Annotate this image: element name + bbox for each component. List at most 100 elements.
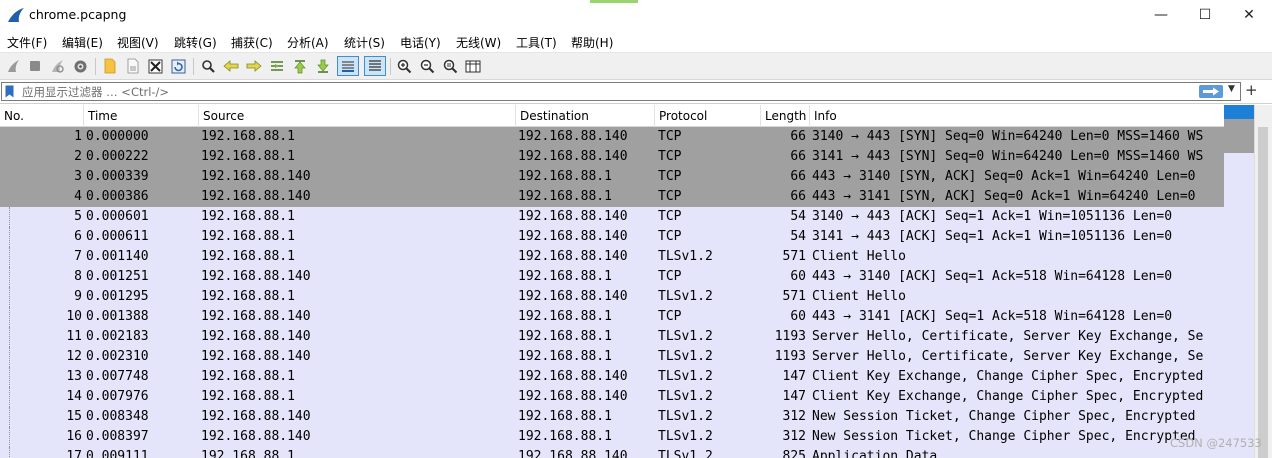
menu-file[interactable]: 文件(F) <box>7 34 47 51</box>
display-filter-box: ▼ <box>1 82 1241 101</box>
table-row[interactable]: 1 0.000000 192.168.88.1 192.168.88.140 TCP 66… <box>0 127 1224 147</box>
table-row[interactable]: 6 0.000611 192.168.88.1 192.168.88.140 TCP 54… <box>0 227 1224 247</box>
packet-source: 192.168.88.1 <box>201 369 295 384</box>
packet-no: 5 <box>74 209 82 224</box>
display-filter-input[interactable] <box>22 84 1172 99</box>
start-capture-icon[interactable] <box>4 57 22 75</box>
packet-minimap[interactable] <box>1224 105 1254 458</box>
column-header-protocol[interactable]: Protocol <box>655 105 761 127</box>
reload-file-icon[interactable] <box>169 57 187 75</box>
filter-history-dropdown-icon[interactable]: ▼ <box>1228 84 1235 94</box>
packet-no: 4 <box>74 189 82 204</box>
packet-destination: 192.168.88.1 <box>518 409 612 424</box>
minimize-button[interactable]: — <box>1138 0 1184 30</box>
add-filter-button-icon[interactable]: + <box>1245 81 1258 99</box>
menu-capture[interactable]: 捕获(C) <box>231 34 273 51</box>
zoom-in-icon[interactable] <box>395 57 413 75</box>
table-row[interactable]: 15 0.008348 192.168.88.140 192.168.88.1 TLSv… <box>0 407 1224 427</box>
auto-scroll-icon[interactable] <box>337 56 359 76</box>
apply-filter-arrow-icon[interactable] <box>1199 85 1223 98</box>
table-row[interactable]: 10 0.001388 192.168.88.140 192.168.88.1 TCP 6… <box>0 307 1224 327</box>
packet-list-scrollbar[interactable] <box>1224 105 1272 458</box>
packet-info: Client Hello <box>812 289 906 304</box>
table-row[interactable]: 8 0.001251 192.168.88.140 192.168.88.1 TCP 60… <box>0 267 1224 287</box>
table-row[interactable]: 11 0.002183 192.168.88.140 192.168.88.1 TLSv… <box>0 327 1224 347</box>
packet-no: 10 <box>66 309 82 324</box>
column-header-destination[interactable]: Destination <box>516 105 655 127</box>
menu-wireless[interactable]: 无线(W) <box>456 34 501 51</box>
menu-analyze[interactable]: 分析(A) <box>287 34 329 51</box>
scroll-thumb[interactable] <box>1258 127 1268 458</box>
column-header-no[interactable]: No. <box>0 105 84 127</box>
packet-no: 15 <box>66 409 82 424</box>
table-row[interactable]: 16 0.008397 192.168.88.140 192.168.88.1 TLSv… <box>0 427 1224 447</box>
menu-help[interactable]: 帮助(H) <box>571 34 613 51</box>
colorize-icon[interactable] <box>364 56 386 76</box>
capture-options-icon[interactable] <box>71 57 89 75</box>
packet-no: 13 <box>66 369 82 384</box>
bookmark-icon[interactable] <box>5 85 14 98</box>
close-file-icon[interactable] <box>146 57 164 75</box>
packet-info: New Session Ticket, Change Cipher Spec, … <box>812 409 1196 424</box>
packet-time: 0.000000 <box>86 129 149 144</box>
column-header-source[interactable]: Source <box>199 105 516 127</box>
table-row[interactable]: 9 0.001295 192.168.88.1 192.168.88.140 TLSv1… <box>0 287 1224 307</box>
resize-columns-icon[interactable] <box>464 57 482 75</box>
table-row[interactable]: 5 0.000601 192.168.88.1 192.168.88.140 TCP 54… <box>0 207 1224 227</box>
table-row[interactable]: 14 0.007976 192.168.88.1 192.168.88.140 TLSv… <box>0 387 1224 407</box>
table-row[interactable]: 3 0.000339 192.168.88.140 192.168.88.1 TCP 66… <box>0 167 1224 187</box>
column-header-info[interactable]: Info <box>810 105 1224 127</box>
main-toolbar <box>0 52 1272 80</box>
packet-no: 8 <box>74 269 82 284</box>
table-row[interactable]: 7 0.001140 192.168.88.1 192.168.88.140 TLSv1… <box>0 247 1224 267</box>
packet-time: 0.001295 <box>86 289 149 304</box>
close-button[interactable]: ✕ <box>1226 0 1272 30</box>
save-file-icon[interactable] <box>124 57 142 75</box>
packet-info: Application Data <box>812 449 938 458</box>
open-file-icon[interactable] <box>101 57 119 75</box>
packet-time: 0.009111 <box>86 449 149 458</box>
find-packet-icon[interactable] <box>199 57 217 75</box>
packet-info: Server Hello, Certificate, Server Key Ex… <box>812 349 1204 364</box>
packet-info: Client Key Exchange, Change Cipher Spec,… <box>812 389 1204 404</box>
maximize-button[interactable]: ☐ <box>1182 0 1228 30</box>
go-back-icon[interactable] <box>222 57 240 75</box>
packet-destination: 192.168.88.140 <box>518 129 628 144</box>
table-row[interactable]: 2 0.000222 192.168.88.1 192.168.88.140 TCP 66… <box>0 147 1224 167</box>
packet-time: 0.000386 <box>86 189 149 204</box>
menu-statistics[interactable]: 统计(S) <box>344 34 385 51</box>
go-forward-icon[interactable] <box>245 57 263 75</box>
go-to-packet-icon[interactable] <box>268 57 286 75</box>
stop-capture-icon[interactable] <box>26 57 44 75</box>
packet-info: 3140 → 443 [SYN] Seq=0 Win=64240 Len=0 M… <box>812 129 1204 144</box>
table-row[interactable]: 4 0.000386 192.168.88.140 192.168.88.1 TCP 66… <box>0 187 1224 207</box>
packet-time: 0.007748 <box>86 369 149 384</box>
packet-source: 192.168.88.140 <box>201 409 311 424</box>
menu-go[interactable]: 跳转(G) <box>174 34 217 51</box>
table-row[interactable]: 12 0.002310 192.168.88.140 192.168.88.1 TLSv… <box>0 347 1224 367</box>
packet-destination: 192.168.88.140 <box>518 209 628 224</box>
packet-length: 66 <box>790 129 806 144</box>
zoom-out-icon[interactable] <box>418 57 436 75</box>
packet-destination: 192.168.88.140 <box>518 249 628 264</box>
table-row[interactable]: 13 0.007748 192.168.88.1 192.168.88.140 TLSv… <box>0 367 1224 387</box>
menu-view[interactable]: 视图(V) <box>117 34 159 51</box>
column-header-time[interactable]: Time <box>84 105 199 127</box>
table-row[interactable]: 17 0.009111 192.168.88.1 192.168.88.140 TLSv… <box>0 447 1224 458</box>
packet-time: 0.000611 <box>86 229 149 244</box>
packet-no: 6 <box>74 229 82 244</box>
menu-telephony[interactable]: 电话(Y) <box>400 34 441 51</box>
menu-edit[interactable]: 编辑(E) <box>62 34 103 51</box>
packet-destination: 192.168.88.1 <box>518 189 612 204</box>
packet-length: 571 <box>782 289 806 304</box>
restart-capture-icon[interactable] <box>48 57 66 75</box>
first-packet-icon[interactable] <box>291 57 309 75</box>
packet-source: 192.168.88.140 <box>201 269 311 284</box>
menu-tools[interactable]: 工具(T) <box>516 34 557 51</box>
column-header-length[interactable]: Length <box>761 105 810 127</box>
last-packet-icon[interactable] <box>314 57 332 75</box>
packet-source: 192.168.88.1 <box>201 229 295 244</box>
packet-protocol: TLSv1.2 <box>658 409 713 424</box>
packet-protocol: TCP <box>658 129 682 144</box>
normal-size-icon[interactable] <box>441 57 459 75</box>
